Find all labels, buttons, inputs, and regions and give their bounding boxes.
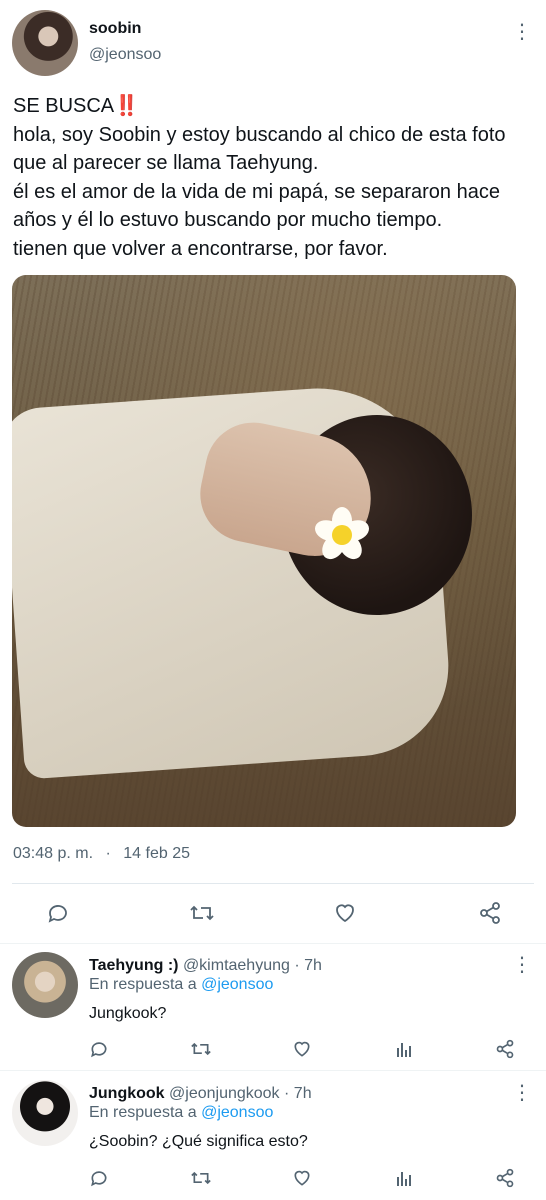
- reply-button[interactable]: [44, 899, 72, 927]
- like-button[interactable]: [331, 899, 359, 927]
- reply-mention[interactable]: @jeonsoo: [201, 976, 273, 993]
- reply-text: ¿Soobin? ¿Qué significa esto?: [89, 1133, 308, 1150]
- tweet-text: SE BUSCA‼️ hola, soy Soobin y estoy busc…: [13, 92, 538, 263]
- reply-avatar[interactable]: [12, 952, 78, 1018]
- share-icon: [496, 1168, 514, 1188]
- author-name[interactable]: soobin: [89, 20, 141, 38]
- tweet-line: que al parecer se llama Taehyung.: [13, 152, 319, 174]
- reply-age: · 7h: [294, 957, 322, 974]
- reply-icon: [91, 1171, 107, 1187]
- like-icon: [336, 904, 354, 923]
- share-icon: [496, 1039, 514, 1059]
- more-options-icon[interactable]: ⋮: [512, 22, 532, 42]
- meta-separator: ·: [105, 845, 111, 862]
- share-button[interactable]: [494, 1038, 516, 1060]
- tweet-line: SE BUSCA‼️: [13, 95, 140, 117]
- retweet-button[interactable]: [189, 1167, 213, 1189]
- like-button[interactable]: [291, 1167, 313, 1189]
- reply-context: En respuesta a @jeonsoo: [89, 1104, 273, 1122]
- tweet-timestamp: 03:48 p. m. · 14 feb 25: [13, 845, 190, 863]
- reply-header: Taehyung :) @kimtaehyung · 7h: [89, 957, 322, 975]
- reply-author-handle[interactable]: @jeonjungkook: [169, 1085, 280, 1102]
- share-button[interactable]: [476, 899, 504, 927]
- share-icon: [480, 902, 500, 924]
- reply-icon: [48, 905, 67, 923]
- reply-avatar[interactable]: [12, 1080, 78, 1146]
- reply-header: Jungkook @jeonjungkook · 7h: [89, 1085, 312, 1103]
- retweet-icon: [191, 1042, 211, 1056]
- reply-author-name[interactable]: Jungkook: [89, 1085, 165, 1102]
- tweet-line: años y él lo estuvo buscando por mucho t…: [13, 209, 443, 231]
- more-options-icon[interactable]: ⋮: [512, 955, 532, 975]
- divider: [0, 1070, 546, 1071]
- tweet-date: 14 feb 25: [123, 845, 191, 862]
- retweet-icon: [190, 905, 214, 921]
- tweet-line: tienen que volver a encontrarse, por fav…: [13, 237, 388, 260]
- flower-icon: [315, 507, 369, 560]
- share-button[interactable]: [494, 1167, 516, 1189]
- tweet-photo[interactable]: [12, 275, 516, 827]
- retweet-button[interactable]: [187, 899, 217, 927]
- author-avatar[interactable]: [12, 10, 78, 76]
- reply-context: En respuesta a @jeonsoo: [89, 976, 273, 994]
- like-button[interactable]: [291, 1038, 313, 1060]
- like-icon: [294, 1170, 310, 1186]
- retweet-icon: [191, 1171, 211, 1185]
- analytics-button[interactable]: [393, 1038, 415, 1060]
- reply-age: · 7h: [284, 1085, 312, 1102]
- analytics-icon: [397, 1172, 411, 1186]
- reply-button[interactable]: [88, 1167, 110, 1189]
- retweet-button[interactable]: [189, 1038, 213, 1060]
- divider: [12, 883, 534, 884]
- analytics-button[interactable]: [393, 1167, 415, 1189]
- reply-author-name[interactable]: Taehyung :): [89, 957, 178, 974]
- divider: [0, 943, 546, 944]
- reply-prefix: En respuesta a: [89, 1104, 197, 1121]
- reply-button[interactable]: [88, 1038, 110, 1060]
- tweet-time: 03:48 p. m.: [13, 845, 94, 862]
- like-icon: [294, 1041, 310, 1057]
- tweet-line: hola, soy Soobin y estoy buscando al chi…: [13, 123, 506, 146]
- reply-author-handle[interactable]: @kimtaehyung: [183, 957, 290, 974]
- reply-icon: [91, 1042, 107, 1058]
- author-handle[interactable]: @jeonsoo: [89, 46, 161, 64]
- tweet-line: él es el amor de la vida de mi papá, se …: [13, 180, 500, 203]
- reply-prefix: En respuesta a: [89, 976, 197, 993]
- more-options-icon[interactable]: ⋮: [512, 1083, 532, 1103]
- reply-text: Jungkook?: [89, 1005, 167, 1022]
- reply-mention[interactable]: @jeonsoo: [201, 1104, 273, 1121]
- analytics-icon: [397, 1043, 411, 1057]
